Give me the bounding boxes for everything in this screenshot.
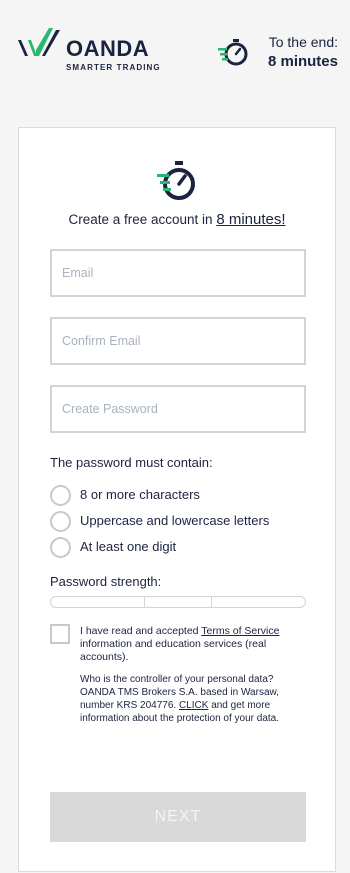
terms-suffix: information and education services (real… [80, 638, 267, 663]
stopwatch-icon [157, 161, 195, 200]
terms-text: I have read and accepted Terms of Servic… [80, 625, 310, 664]
countdown-timer: To the end: 8 minutes [218, 34, 338, 76]
strength-segment [51, 597, 145, 607]
header: OANDA SMARTER TRADING To the end: 8 minu… [0, 0, 350, 110]
requirement-label: Uppercase and lowercase letters [80, 513, 270, 528]
strength-segment [144, 597, 212, 607]
password-strength-label: Password strength: [50, 574, 162, 589]
confirm-email-field[interactable] [50, 317, 306, 365]
timer-value: 8 minutes [267, 53, 338, 70]
eight-minutes-link[interactable]: 8 minutes! [216, 211, 285, 228]
requirement-status-icon [50, 537, 71, 558]
next-button[interactable]: NEXT [50, 792, 306, 842]
privacy-note: Who is the controller of your personal d… [80, 673, 310, 725]
intro-text: Create a free account in 8 minutes! [19, 211, 335, 228]
oanda-logo[interactable]: OANDA SMARTER TRADING [16, 26, 186, 76]
terms-of-service-link[interactable]: Terms of Service [201, 625, 279, 637]
privacy-click-link[interactable]: CLICK [179, 700, 208, 711]
email-field[interactable] [50, 249, 306, 297]
password-field[interactable] [50, 385, 306, 433]
timer-label: To the end: [268, 34, 338, 50]
requirement-status-icon [50, 511, 71, 532]
requirement-status-icon [50, 485, 71, 506]
brand-name: OANDA [66, 36, 150, 61]
signup-form-card: Create a free account in 8 minutes! The … [18, 127, 336, 872]
requirement-label: 8 or more characters [80, 487, 200, 502]
intro-label: Create a free account in [68, 212, 213, 227]
password-strength-meter [50, 596, 306, 608]
password-requirements-title: The password must contain: [50, 455, 213, 470]
oanda-logo-mark-icon [18, 28, 60, 56]
terms-checkbox[interactable] [50, 624, 70, 644]
brand-tagline: SMARTER TRADING [66, 63, 161, 72]
terms-prefix: I have read and accepted [80, 625, 199, 637]
requirement-label: At least one digit [80, 539, 177, 554]
stopwatch-icon [218, 39, 248, 66]
